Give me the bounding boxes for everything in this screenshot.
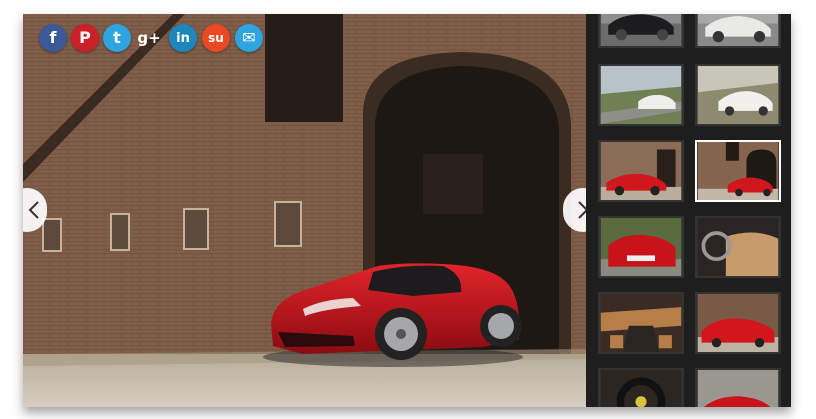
share-email-button[interactable]: ✉ <box>235 24 263 52</box>
share-twitter-button[interactable]: t <box>103 24 131 52</box>
email-icon: ✉ <box>242 28 256 47</box>
thumbnail-strip <box>586 14 791 407</box>
share-google-plus-button[interactable]: g+ <box>135 24 163 52</box>
thumbnail-red-car-archway[interactable] <box>695 140 781 202</box>
share-stumbleupon-button[interactable]: su <box>202 24 230 52</box>
facebook-icon: f <box>49 28 57 47</box>
twitter-icon: t <box>113 28 121 47</box>
chevron-left-icon <box>28 201 39 219</box>
linkedin-icon: in <box>176 30 190 46</box>
thumbnail-white-coupe-road[interactable] <box>598 64 684 126</box>
thumbnail-tan-interior[interactable] <box>695 216 781 278</box>
thumbnail-red-car-brick-wall[interactable] <box>598 140 684 202</box>
thumbnail-red-car-rear[interactable] <box>598 216 684 278</box>
thumbnail-steering-wheel[interactable] <box>598 368 684 407</box>
pinterest-icon: P <box>79 28 91 47</box>
main-photo[interactable] <box>23 14 586 407</box>
thumbnail-black-sedan[interactable] <box>598 14 684 48</box>
share-pinterest-button[interactable]: P <box>71 24 99 52</box>
share-linkedin-button[interactable]: in <box>169 24 197 52</box>
photo-gallery: f P t g+ in su ✉ <box>23 14 791 407</box>
thumbnail-red-car-front[interactable] <box>695 292 781 354</box>
google-plus-icon: g+ <box>137 28 161 47</box>
thumbnail-red-car-side[interactable] <box>695 368 781 407</box>
stumbleupon-icon: su <box>208 31 224 45</box>
thumbnail-white-coupe-hills[interactable] <box>695 64 781 126</box>
thumbnail-interior-dashboard[interactable] <box>598 292 684 354</box>
share-facebook-button[interactable]: f <box>39 24 67 52</box>
thumbnail-white-coupe[interactable] <box>695 14 781 48</box>
